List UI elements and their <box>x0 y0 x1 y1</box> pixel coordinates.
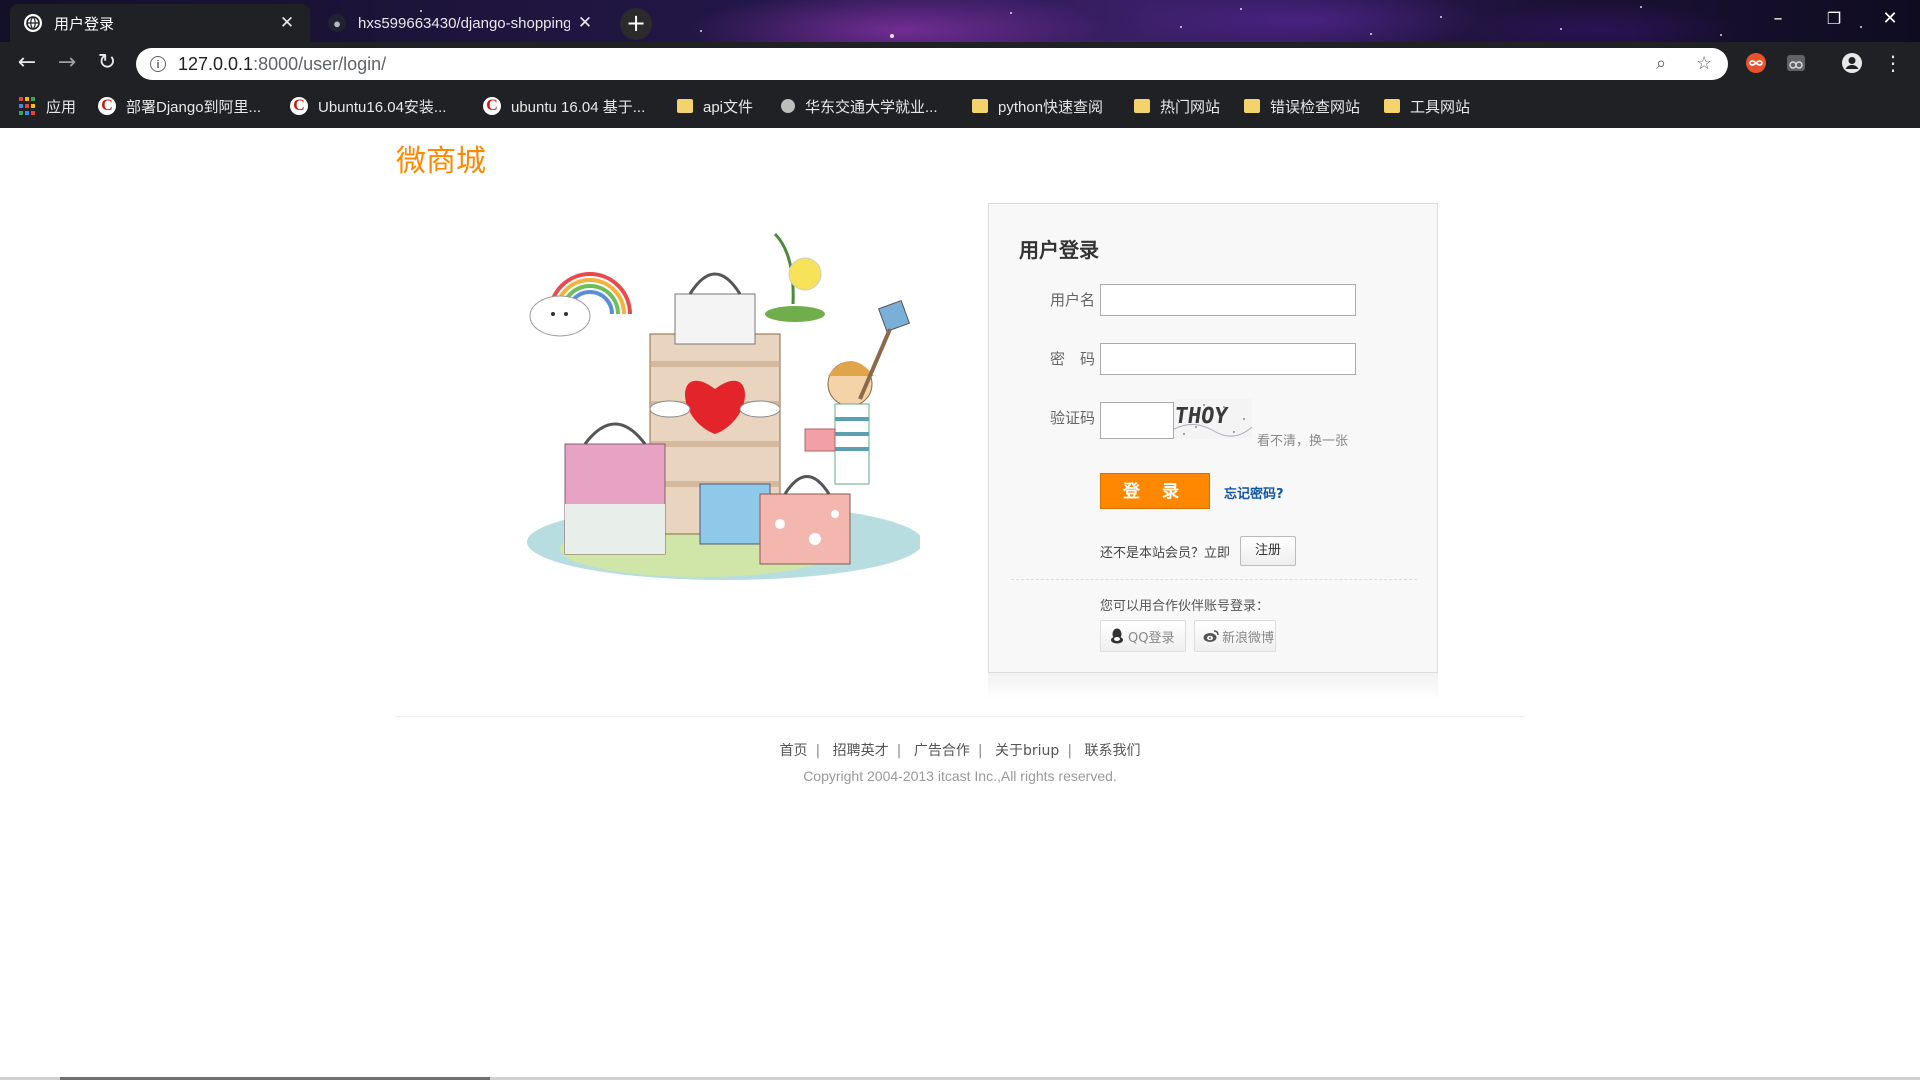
bookmark-item[interactable]: api文件 <box>677 95 753 117</box>
folder-icon <box>677 99 693 113</box>
register-button[interactable]: 注册 <box>1240 536 1296 566</box>
bookmark-label: ubuntu 16.04 基于... <box>511 98 646 116</box>
shopping-bags-illustration <box>527 232 920 580</box>
folder-icon <box>1134 99 1150 113</box>
password-input[interactable] <box>1100 343 1356 375</box>
weibo-icon <box>1203 628 1219 644</box>
close-tab-icon[interactable]: ✕ <box>278 13 296 33</box>
bookmark-item[interactable]: C 部署Django到阿里... <box>98 95 261 117</box>
csdn-icon: C <box>483 97 501 115</box>
captcha-label: 验证码 <box>1049 409 1095 427</box>
footer-link-about[interactable]: 关于briup <box>995 743 1059 759</box>
close-window-button[interactable]: ✕ <box>1862 0 1918 38</box>
site-icon <box>781 99 795 113</box>
site-info-icon[interactable]: i <box>150 56 166 72</box>
copyright: Copyright 2004-2013 itcast Inc.,All righ… <box>803 768 1117 784</box>
bookmark-label: 错误检查网站 <box>1270 98 1361 116</box>
panel-shadow <box>988 673 1438 701</box>
bookmark-label: Ubuntu16.04安装... <box>318 98 447 116</box>
address-bar[interactable]: i 127.0.0.1:8000/user/login/ ⌕ ☆ <box>136 48 1728 80</box>
qq-icon <box>1109 628 1125 644</box>
new-tab-button[interactable]: + <box>620 8 652 40</box>
footer-divider <box>396 716 1524 717</box>
username-label: 用户名 <box>1049 291 1095 309</box>
close-tab-icon[interactable]: ✕ <box>576 13 594 33</box>
bookmark-label: api文件 <box>703 98 754 116</box>
extension-infinity-icon[interactable] <box>1745 52 1767 74</box>
tab-title: hxs599663430/django-shopping <box>358 14 570 32</box>
bookmark-star-icon[interactable]: ☆ <box>1696 53 1712 74</box>
captcha-text: THOY <box>1174 403 1230 429</box>
captcha-image[interactable]: THOY <box>1174 399 1252 439</box>
extension-reader-icon[interactable] <box>1785 52 1807 74</box>
bookmark-label: 热门网站 <box>1160 98 1221 116</box>
bookmark-apps[interactable]: 应用 <box>18 95 76 117</box>
footer-link-contact[interactable]: 联系我们 <box>1084 743 1140 759</box>
register-tip: 还不是本站会员？立即 <box>1100 546 1231 561</box>
partner-login-tip: 您可以用合作伙伴账号登录： <box>1100 599 1270 614</box>
tab-title: 用户登录 <box>54 15 115 33</box>
username-input[interactable] <box>1100 284 1356 316</box>
profile-avatar-icon[interactable] <box>1841 52 1863 74</box>
github-icon: ● <box>328 14 346 32</box>
login-title: 用户登录 <box>1019 238 1099 262</box>
bookmark-folder[interactable]: 错误检查网站 <box>1244 95 1360 117</box>
qq-login-button[interactable]: QQ登录 <box>1100 620 1186 652</box>
bookmark-item[interactable]: C Ubuntu16.04安装... <box>290 95 446 117</box>
url-text: 127.0.0.1:8000/user/login/ <box>178 53 387 74</box>
bookmark-folder[interactable]: 工具网站 <box>1384 95 1470 117</box>
minimize-button[interactable]: – <box>1750 0 1806 38</box>
tab-user-login[interactable]: 用户登录 ✕ <box>10 4 310 42</box>
browser-titlebar: 用户登录 ✕ ● hxs599663430/django-shopping ✕ … <box>0 0 1920 42</box>
menu-kebab-icon[interactable]: ⋮ <box>1880 50 1906 76</box>
captcha-refresh-link[interactable]: 看不清，换一张 <box>1257 430 1348 449</box>
forgot-password-link[interactable]: 忘记密码? <box>1224 483 1284 502</box>
weibo-login-label: 新浪微博 <box>1222 630 1275 646</box>
restore-button[interactable]: ❐ <box>1806 0 1862 38</box>
bookmark-label: python快速查阅 <box>998 98 1104 116</box>
reload-icon[interactable]: ↻ <box>94 50 120 76</box>
bookmark-label: 华东交通大学就业... <box>805 98 938 116</box>
footer-link-home[interactable]: 首页 <box>780 743 808 759</box>
globe-icon <box>24 14 42 32</box>
bookmark-label: 应用 <box>46 98 77 116</box>
qq-login-label: QQ登录 <box>1128 630 1175 646</box>
bookmark-label: 工具网站 <box>1410 98 1471 116</box>
site-logo[interactable]: 微商城 <box>396 136 486 180</box>
weibo-login-button[interactable]: 新浪微博 <box>1194 620 1276 652</box>
zoom-icon[interactable]: ⌕ <box>1656 53 1666 74</box>
browser-toolbar: ← → ↻ i 127.0.0.1:8000/user/login/ ⌕ ☆ ⋮ <box>0 42 1920 84</box>
bookmark-item[interactable]: 华东交通大学就业... <box>781 95 938 117</box>
bookmark-item[interactable]: C ubuntu 16.04 基于... <box>483 95 645 117</box>
bookmark-folder[interactable]: 热门网站 <box>1134 95 1220 117</box>
footer-links: 首页 | 招聘英才 | 广告合作 | 关于briup | 联系我们 <box>779 743 1141 759</box>
back-icon[interactable]: ← <box>14 50 40 76</box>
apps-icon <box>18 97 36 115</box>
footer-link-ads[interactable]: 广告合作 <box>914 743 970 759</box>
login-button[interactable]: 登 录 <box>1100 473 1210 509</box>
forward-icon[interactable]: → <box>54 50 80 76</box>
folder-icon <box>1244 99 1260 113</box>
login-panel: 用户登录 用户名 密 码 验证码 THOY 看不清，换一张 登 录 忘记密码? … <box>988 203 1438 673</box>
csdn-icon: C <box>290 97 308 115</box>
captcha-input[interactable] <box>1100 402 1174 439</box>
tab-github-repo[interactable]: ● hxs599663430/django-shopping ✕ <box>314 4 608 42</box>
footer-link-jobs[interactable]: 招聘英才 <box>833 743 889 759</box>
folder-icon <box>972 99 988 113</box>
divider <box>1011 579 1417 580</box>
bookmark-folder[interactable]: python快速查阅 <box>972 95 1103 117</box>
folder-icon <box>1384 99 1400 113</box>
bookmarks-bar: 应用 C 部署Django到阿里... C Ubuntu16.04安装... C… <box>0 84 1920 128</box>
password-label: 密 码 <box>1049 350 1095 368</box>
csdn-icon: C <box>98 97 116 115</box>
bookmark-label: 部署Django到阿里... <box>126 98 262 116</box>
